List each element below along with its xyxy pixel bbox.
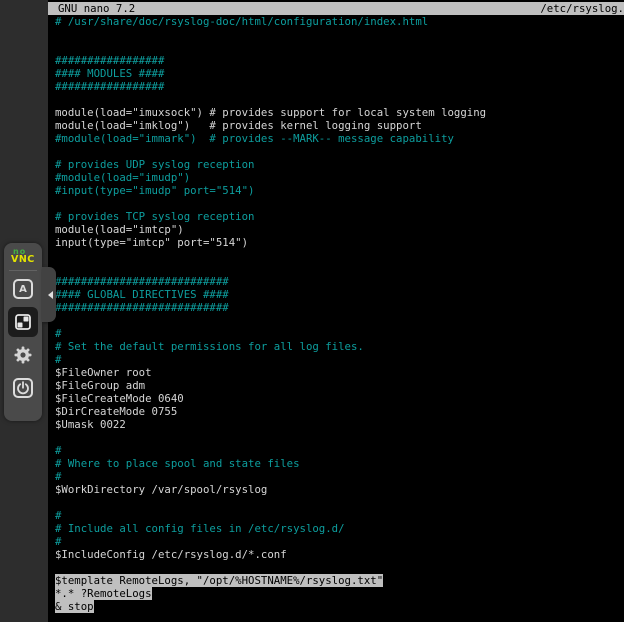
editor-line: # /usr/share/doc/rsyslog-doc/html/config… [55,15,624,28]
editor-line [55,28,624,41]
editor-line: *.* ?RemoteLogs [55,587,624,600]
novnc-control-bar: no VNC A [4,243,42,421]
fullscreen-button[interactable] [8,307,38,337]
editor-line [55,145,624,158]
editor-line: # [55,470,624,483]
editor-line: # [55,353,624,366]
fullscreen-icon [13,312,33,332]
terminal-screen[interactable]: GNU nano 7.2 /etc/rsyslog. # /usr/share/… [48,0,624,622]
editor-line [55,249,624,262]
editor-line: $DirCreateMode 0755 [55,405,624,418]
editor-line: # [55,535,624,548]
control-bar-handle[interactable] [42,267,56,322]
power-icon [13,378,33,398]
editor-line [55,41,624,54]
editor-line: # [55,509,624,522]
panel-divider [9,270,37,271]
editor-line: module(load="imtcp") [55,223,624,236]
gear-icon [13,345,33,365]
editor-line: & stop [55,600,624,613]
extra-keys-button[interactable]: A [8,274,38,304]
editor-line: # [55,327,624,340]
nano-titlebar: GNU nano 7.2 /etc/rsyslog. [48,2,624,15]
editor-line: $IncludeConfig /etc/rsyslog.d/*.conf [55,548,624,561]
editor-line [55,496,624,509]
editor-line [55,93,624,106]
nano-version-title: GNU nano 7.2 [58,2,135,15]
editor-line: ################# [55,54,624,67]
editor-line: $template RemoteLogs, "/opt/%HOSTNAME%/r… [55,574,624,587]
editor-line: #### MODULES #### [55,67,624,80]
editor-line: #module(load="immark") # provides --MARK… [55,132,624,145]
editor-line: # Where to place spool and state files [55,457,624,470]
novnc-logo: no VNC [11,248,35,265]
editor-line: $WorkDirectory /var/spool/rsyslog [55,483,624,496]
editor-line: input(type="imtcp" port="514") [55,236,624,249]
editor-line: module(load="imuxsock") # provides suppo… [55,106,624,119]
editor-line: $FileOwner root [55,366,624,379]
editor-line: #input(type="imudp" port="514") [55,184,624,197]
editor-line: ########################### [55,275,624,288]
editor-line: module(load="imklog") # provides kernel … [55,119,624,132]
editor-line: # provides TCP syslog reception [55,210,624,223]
editor-line [55,262,624,275]
editor-line: $FileCreateMode 0640 [55,392,624,405]
settings-button[interactable] [8,340,38,370]
open-file-path: /etc/rsyslog. [540,2,624,15]
a-key-icon: A [13,279,33,299]
editor-lines: # /usr/share/doc/rsyslog-doc/html/config… [55,15,624,613]
editor-line: $Umask 0022 [55,418,624,431]
editor-line: ################# [55,80,624,93]
editor-line: ########################### [55,301,624,314]
editor-line: # provides UDP syslog reception [55,158,624,171]
editor-line: $FileGroup adm [55,379,624,392]
editor-line: #### GLOBAL DIRECTIVES #### [55,288,624,301]
editor-line: # Set the default permissions for all lo… [55,340,624,353]
power-button[interactable] [8,373,38,403]
editor-line [55,431,624,444]
editor-line [55,314,624,327]
editor-line: # [55,444,624,457]
editor-line: # Include all config files in /etc/rsysl… [55,522,624,535]
editor-line: #module(load="imudp") [55,171,624,184]
collapse-arrow-icon [48,291,53,299]
editor-line [55,197,624,210]
editor-line [55,561,624,574]
novnc-logo-vnc: VNC [11,255,35,265]
